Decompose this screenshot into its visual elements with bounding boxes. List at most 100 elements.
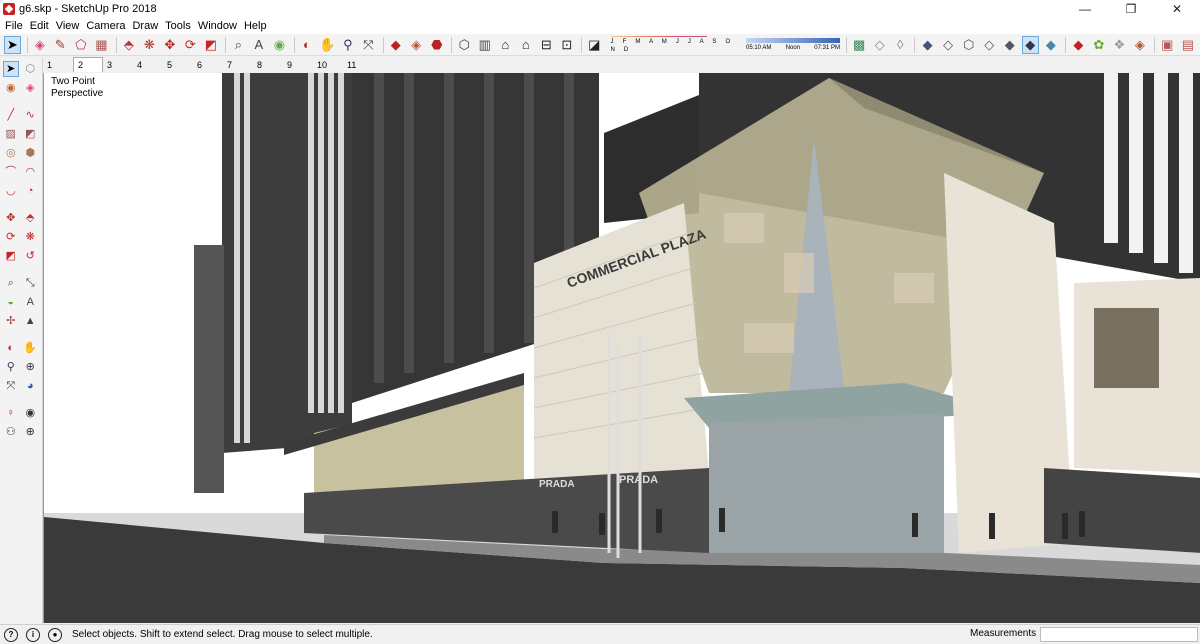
menu-view[interactable]: View bbox=[54, 18, 85, 34]
menu-draw[interactable]: Draw bbox=[130, 18, 163, 34]
shaded-textures-icon[interactable]: ◆ bbox=[1021, 35, 1039, 54]
zoom-icon[interactable]: ⚲ bbox=[3, 359, 19, 375]
model-viewport[interactable]: COMMERCIAL PLAZA PRADA PRADA Two Point P… bbox=[43, 73, 1200, 623]
credits-icon[interactable]: i bbox=[26, 627, 40, 642]
scene-tab-2[interactable]: 2 bbox=[73, 57, 103, 72]
scene-tab-4[interactable]: 4 bbox=[133, 58, 163, 72]
menu-tools[interactable]: Tools bbox=[163, 18, 196, 34]
monochrome-icon[interactable]: ◆ bbox=[1043, 36, 1060, 54]
shadow-date-slider[interactable]: J F M A M J J A S O N D bbox=[610, 35, 740, 54]
warehouse-icon[interactable]: ◆ bbox=[388, 36, 405, 54]
line-icon[interactable]: ╱ bbox=[3, 107, 19, 123]
rotated-rectangle-icon[interactable]: ◩ bbox=[23, 126, 39, 142]
eraser-tool-icon[interactable]: ◈ bbox=[32, 36, 49, 54]
shaded-icon[interactable]: ◆ bbox=[1001, 36, 1018, 54]
user-account-icon[interactable]: ● bbox=[48, 627, 62, 642]
pan-icon[interactable]: ✋ bbox=[319, 36, 336, 54]
back-edges-icon[interactable]: ◇ bbox=[940, 36, 957, 54]
shape-tool-icon[interactable]: ⬠ bbox=[73, 36, 90, 54]
rectangle-icon[interactable]: ▨ bbox=[3, 126, 19, 142]
line-tool-icon[interactable]: ✎ bbox=[52, 36, 69, 54]
rotate-tool-icon[interactable]: ⟳ bbox=[182, 36, 199, 54]
tape-measure-icon[interactable]: ⌕ bbox=[230, 36, 247, 54]
xray-icon[interactable]: ◆ bbox=[919, 36, 936, 54]
select-icon[interactable]: ➤ bbox=[3, 61, 19, 77]
orbit-icon[interactable]: ◐ bbox=[299, 36, 316, 54]
measurements-input[interactable] bbox=[1040, 627, 1198, 642]
menu-edit[interactable]: Edit bbox=[28, 18, 54, 34]
pie-icon[interactable]: ◔ bbox=[23, 183, 39, 199]
eraser-icon[interactable]: ◈ bbox=[23, 80, 39, 96]
dimension-icon[interactable]: ⤡ bbox=[23, 275, 39, 291]
scene-tab-10[interactable]: 10 bbox=[313, 58, 343, 72]
pan-icon[interactable]: ✋ bbox=[23, 340, 39, 356]
three-point-arc-icon[interactable]: ◡ bbox=[3, 183, 19, 199]
paint-icon[interactable]: ◉ bbox=[271, 36, 288, 54]
scene-tab-7[interactable]: 7 bbox=[223, 58, 253, 72]
left-view-icon[interactable]: ⊡ bbox=[559, 36, 576, 54]
hidden-line-icon[interactable]: ◇ bbox=[981, 36, 998, 54]
extension-warehouse-icon[interactable]: ⬣ bbox=[429, 36, 446, 54]
rotate-icon[interactable]: ⟳ bbox=[3, 229, 19, 245]
section-plane-icon[interactable]: ⊕ bbox=[23, 424, 39, 440]
shadow-time-slider[interactable]: 05:10 AM Noon 07:31 PM bbox=[746, 36, 840, 54]
top-view-icon[interactable]: ▥ bbox=[477, 36, 494, 54]
components-icon[interactable]: ◆ bbox=[1070, 36, 1087, 54]
make-component-icon[interactable]: ⬡ bbox=[23, 61, 38, 77]
zoom-icon[interactable]: ⚲ bbox=[340, 36, 357, 54]
geo-location-icon[interactable]: ? bbox=[4, 627, 18, 642]
scale-icon[interactable]: ◩ bbox=[3, 248, 19, 264]
axes-icon[interactable]: ✢ bbox=[3, 313, 19, 329]
front-view-icon[interactable]: ⌂ bbox=[497, 36, 514, 54]
follow-me-icon[interactable]: ❋ bbox=[23, 229, 39, 245]
push-pull-icon[interactable]: ⬘ bbox=[23, 210, 39, 226]
orbit-icon[interactable]: ◐ bbox=[3, 340, 19, 356]
styles-icon[interactable]: ❖ bbox=[1111, 36, 1128, 54]
zoom-window-icon[interactable]: ⊕ bbox=[23, 359, 39, 375]
share-model-icon[interactable]: ◈ bbox=[408, 36, 425, 54]
scenes-icon[interactable]: ▣ bbox=[1159, 36, 1176, 54]
tape-measure-icon[interactable]: ⌕ bbox=[3, 275, 19, 291]
wireframe-icon[interactable]: ⬡ bbox=[960, 36, 977, 54]
arc-icon[interactable]: ⌒ bbox=[3, 164, 19, 180]
scene-tab-5[interactable]: 5 bbox=[163, 58, 193, 72]
back-view-icon[interactable]: ⊟ bbox=[538, 36, 555, 54]
materials-icon[interactable]: ✿ bbox=[1091, 36, 1108, 54]
scene-tab-8[interactable]: 8 bbox=[253, 58, 283, 72]
scene-tab-1[interactable]: 1 bbox=[43, 58, 73, 72]
previous-view-icon[interactable]: ◕ bbox=[23, 378, 39, 394]
zoom-extents-icon[interactable]: ⤧ bbox=[3, 378, 19, 394]
paint-bucket-icon[interactable]: ▦ bbox=[93, 36, 110, 54]
text-icon[interactable]: A bbox=[23, 294, 39, 310]
text-tool-icon[interactable]: A bbox=[251, 36, 268, 54]
section-display-icon[interactable]: ◇ bbox=[871, 36, 888, 54]
scene-tab-11[interactable]: 11 bbox=[343, 58, 373, 72]
section-cut-icon[interactable]: ◊ bbox=[892, 36, 909, 54]
menu-window[interactable]: Window bbox=[196, 18, 242, 34]
protractor-icon[interactable]: ◒ bbox=[3, 294, 19, 310]
iso-view-icon[interactable]: ⬡ bbox=[456, 36, 473, 54]
layers-icon[interactable]: ◈ bbox=[1132, 36, 1149, 54]
select-tool-icon[interactable]: ➤ bbox=[4, 35, 21, 54]
scene-tab-3[interactable]: 3 bbox=[103, 58, 133, 72]
position-camera-icon[interactable]: ♀ bbox=[3, 405, 19, 421]
right-view-icon[interactable]: ⌂ bbox=[518, 36, 535, 54]
scale-tool-icon[interactable]: ◩ bbox=[203, 36, 220, 54]
move-tool-icon[interactable]: ✥ bbox=[162, 36, 179, 54]
push-pull-icon[interactable]: ⬘ bbox=[121, 36, 138, 54]
menu-file[interactable]: File bbox=[3, 18, 28, 34]
close-button[interactable]: ✕ bbox=[1154, 0, 1200, 18]
3d-text-icon[interactable]: ▲ bbox=[23, 313, 39, 329]
outliner-icon[interactable]: ▤ bbox=[1180, 36, 1197, 54]
move-icon[interactable]: ✥ bbox=[3, 210, 19, 226]
polygon-icon[interactable]: ⬢ bbox=[23, 145, 39, 161]
look-around-icon[interactable]: ◉ bbox=[23, 405, 39, 421]
shadows-toggle-icon[interactable]: ◪ bbox=[586, 36, 603, 54]
walk-icon[interactable]: ⚇ bbox=[3, 424, 19, 440]
two-point-arc-icon[interactable]: ◠ bbox=[23, 164, 39, 180]
circle-icon[interactable]: ◎ bbox=[3, 145, 19, 161]
paint-bucket-icon[interactable]: ◉ bbox=[3, 80, 19, 96]
offset-icon[interactable]: ↺ bbox=[23, 248, 39, 264]
menu-camera[interactable]: Camera bbox=[84, 18, 130, 34]
maximize-button[interactable]: ❐ bbox=[1108, 0, 1154, 18]
